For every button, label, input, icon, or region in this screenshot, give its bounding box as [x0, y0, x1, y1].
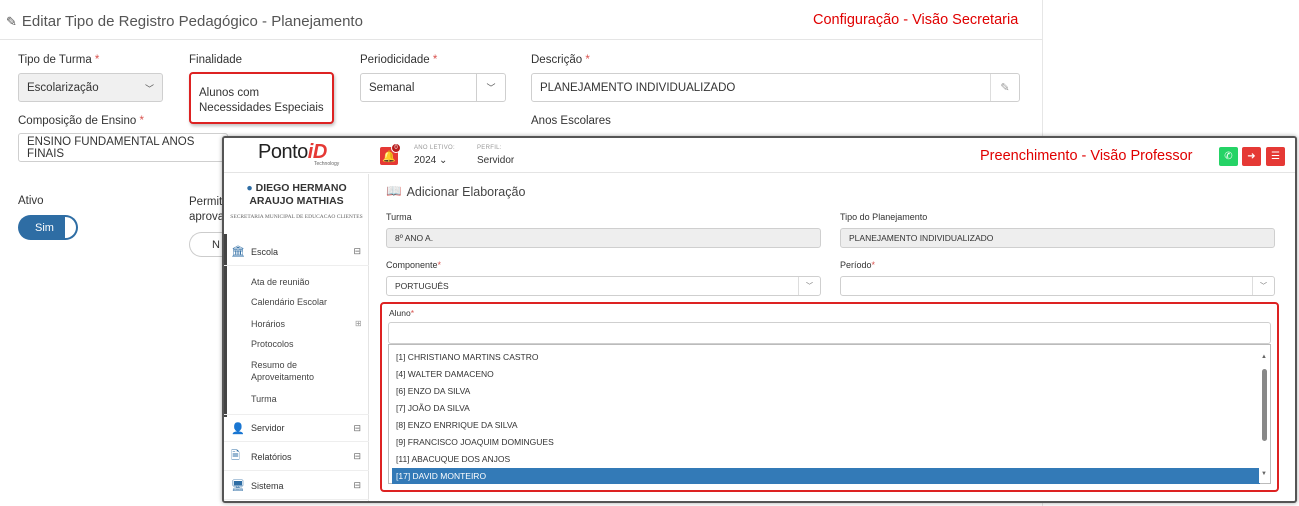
tipo-planejamento-label: Tipo do Planejamento — [840, 212, 928, 222]
descricao-value: PLANEJAMENTO INDIVIDUALIZADO — [540, 81, 736, 94]
sidebar-item-resumo[interactable]: Resumo de Aproveitamento — [251, 359, 341, 383]
logo-subtitle: Technology — [314, 161, 340, 167]
permite-label: Permit aprova — [189, 196, 225, 223]
toggle-knob — [65, 217, 76, 238]
turma-field: 8º ANO A. — [386, 228, 821, 248]
monitor-icon: 🖥 — [231, 480, 245, 492]
finalidade-label: Finalidade — [189, 54, 243, 66]
sidebar-item-ata[interactable]: Ata de reunião — [251, 276, 310, 288]
professor-window: PontoiD Technology 🔔 0 ANO LETIVO: 2024 … — [222, 136, 1297, 503]
scroll-down-icon[interactable]: ▼ — [1261, 471, 1267, 477]
aluno-option[interactable]: [4] WALTER DAMACENO — [392, 366, 1260, 382]
tipo-planejamento-field: PLANEJAMENTO INDIVIDUALIZADO — [840, 228, 1275, 248]
form-title: 📖 Adicionar Elaboração — [386, 184, 526, 199]
sidebar-item-servidor[interactable]: 👤 Servidor ⊟ — [224, 414, 369, 442]
aluno-option[interactable]: [9] FRANCISCO JOAQUIM DOMINGUES — [392, 434, 1260, 450]
descricao-label: Descrição * — [531, 54, 590, 66]
tipo-turma-label: Tipo de Turma * — [18, 54, 100, 66]
ano-letivo-select[interactable]: 2024 ⌄ — [414, 155, 447, 166]
perfil-value: Servidor — [477, 155, 515, 166]
whatsapp-icon[interactable]: ✆ — [1219, 147, 1238, 166]
collapse-icon: ⊟ — [353, 451, 361, 461]
sidebar-item-horarios[interactable]: Horários ⊞ — [251, 318, 362, 330]
collapse-icon: ⊟ — [353, 246, 361, 256]
aluno-option[interactable]: [8] ENZO ENRRIQUE DA SILVA — [392, 417, 1260, 433]
componente-label: Componente* — [386, 260, 442, 270]
scroll-up-icon[interactable]: ▲ — [1261, 354, 1267, 360]
bank-icon: 🏛 — [231, 246, 245, 258]
componente-select[interactable]: PORTUGUÊS ﹀ — [386, 276, 821, 296]
aluno-option[interactable]: [7] JOÃO DA SILVA — [392, 400, 1260, 416]
page-title-text: Editar Tipo de Registro Pedagógico - Pla… — [21, 13, 363, 30]
listbox-scrollbar[interactable]: ▲ ▼ — [1259, 345, 1270, 483]
chevron-down-icon: ﹀ — [476, 74, 505, 101]
sidebar-item-sistema[interactable]: 🖥 Sistema ⊟ — [224, 472, 369, 500]
ativo-label: Ativo — [18, 195, 44, 207]
sidebar-item-relatorios[interactable]: 🗎 Relatórios ⊟ — [224, 443, 369, 471]
content-panel: 📖 Adicionar Elaboração Turma 8º ANO A. T… — [370, 174, 1295, 501]
descricao-input[interactable]: PLANEJAMENTO INDIVIDUALIZADO ✎ — [531, 73, 1020, 102]
user-name: ● DIEGO HERMANO ARAUJO MATHIAS — [246, 182, 347, 207]
finalidade-value: Alunos com Necessidades Especiais — [199, 87, 324, 114]
collapse-icon: ⊟ — [353, 480, 361, 490]
periodicidade-value: Semanal — [369, 81, 415, 94]
user-icon: 👤 — [231, 422, 245, 435]
top-bar: PontoiD Technology 🔔 0 ANO LETIVO: 2024 … — [224, 138, 1295, 173]
user-icon: ● — [246, 182, 253, 194]
sidebar-item-calendario[interactable]: Calendário Escolar — [251, 296, 327, 308]
file-icon: 🗎 — [231, 450, 240, 462]
ativo-toggle[interactable]: Sim — [18, 215, 78, 240]
ativo-value: Sim — [35, 221, 54, 234]
aluno-option[interactable]: [6] ENZO DA SILVA — [392, 383, 1260, 399]
finalidade-highlight[interactable]: Alunos com Necessidades Especiais — [189, 72, 334, 124]
periodo-label: Período* — [840, 260, 876, 270]
menu-icon[interactable]: ☰ — [1266, 147, 1285, 166]
aluno-option[interactable]: [11] ABACUQUE DOS ANJOS — [392, 451, 1260, 467]
composicao-value: ENSINO FUNDAMENTAL ANOS FINAIS — [27, 135, 195, 160]
aluno-option-selected[interactable]: [17] DAVID MONTEIRO — [392, 468, 1260, 484]
composicao-label: Composição de Ensino * — [18, 115, 144, 127]
notification-badge: 0 — [391, 143, 401, 153]
anos-escolares-label: Anos Escolares — [531, 115, 611, 127]
tipo-planejamento-value: PLANEJAMENTO INDIVIDUALIZADO — [849, 233, 994, 243]
professor-note: Preenchimento - Visão Professor — [980, 148, 1193, 164]
turma-value: 8º ANO A. — [395, 233, 434, 243]
composicao-select[interactable]: ENSINO FUNDAMENTAL ANOS FINAIS — [18, 133, 228, 162]
chevron-down-icon: ﹀ — [1252, 277, 1274, 295]
logout-icon[interactable]: ➜ — [1242, 147, 1261, 166]
chevron-down-icon: ﹀ — [798, 277, 820, 295]
aluno-select[interactable] — [388, 322, 1271, 344]
aluno-option[interactable]: [1] CHRISTIANO MARTINS CASTRO — [392, 349, 1260, 365]
collapse-icon: ⊟ — [353, 422, 361, 433]
ano-letivo-label: ANO LETIVO: — [414, 145, 455, 151]
sidebar-item-escola[interactable]: 🏛 Escola ⊟ — [224, 238, 369, 266]
secretaria-note: Configuração - Visão Secretaria — [813, 12, 1019, 28]
edit-icon: ✎ — [6, 13, 17, 29]
aluno-label: Aluno* — [389, 308, 415, 318]
componente-value: PORTUGUÊS — [395, 281, 449, 291]
chevron-down-icon: ﹀ — [144, 84, 154, 94]
aluno-listbox[interactable]: [1] CHRISTIANO MARTINS CASTRO [4] WALTER… — [388, 344, 1271, 484]
periodicidade-label: Periodicidade * — [360, 54, 438, 66]
aluno-highlight: Aluno* [1] CHRISTIANO MARTINS CASTRO [4]… — [380, 302, 1279, 492]
periodicidade-select[interactable]: Semanal ﹀ — [360, 73, 506, 102]
header-divider — [0, 39, 1043, 40]
edit-icon[interactable]: ✎ — [990, 74, 1019, 101]
sidebar: ● DIEGO HERMANO ARAUJO MATHIAS SECRETARI… — [224, 174, 369, 501]
book-icon: 📖 — [386, 184, 402, 198]
tipo-turma-value: Escolarização — [27, 81, 99, 94]
page-title: ✎ Editar Tipo de Registro Pedagógico - P… — [6, 13, 363, 30]
user-org: SECRETARIA MUNICIPAL DE EDUCACAO CLIENTE… — [230, 214, 363, 220]
tipo-turma-select[interactable]: Escolarização ﹀ — [18, 73, 163, 102]
sidebar-item-turma[interactable]: Turma — [251, 393, 277, 405]
permite-value: N — [212, 238, 220, 251]
scrollbar-thumb[interactable] — [1262, 369, 1267, 441]
periodo-select[interactable]: ﹀ — [840, 276, 1275, 296]
perfil-label: PERFIL: — [477, 145, 502, 151]
sidebar-item-protocolos[interactable]: Protocolos — [251, 338, 294, 350]
turma-label: Turma — [386, 212, 412, 222]
expand-icon: ⊞ — [355, 319, 362, 328]
